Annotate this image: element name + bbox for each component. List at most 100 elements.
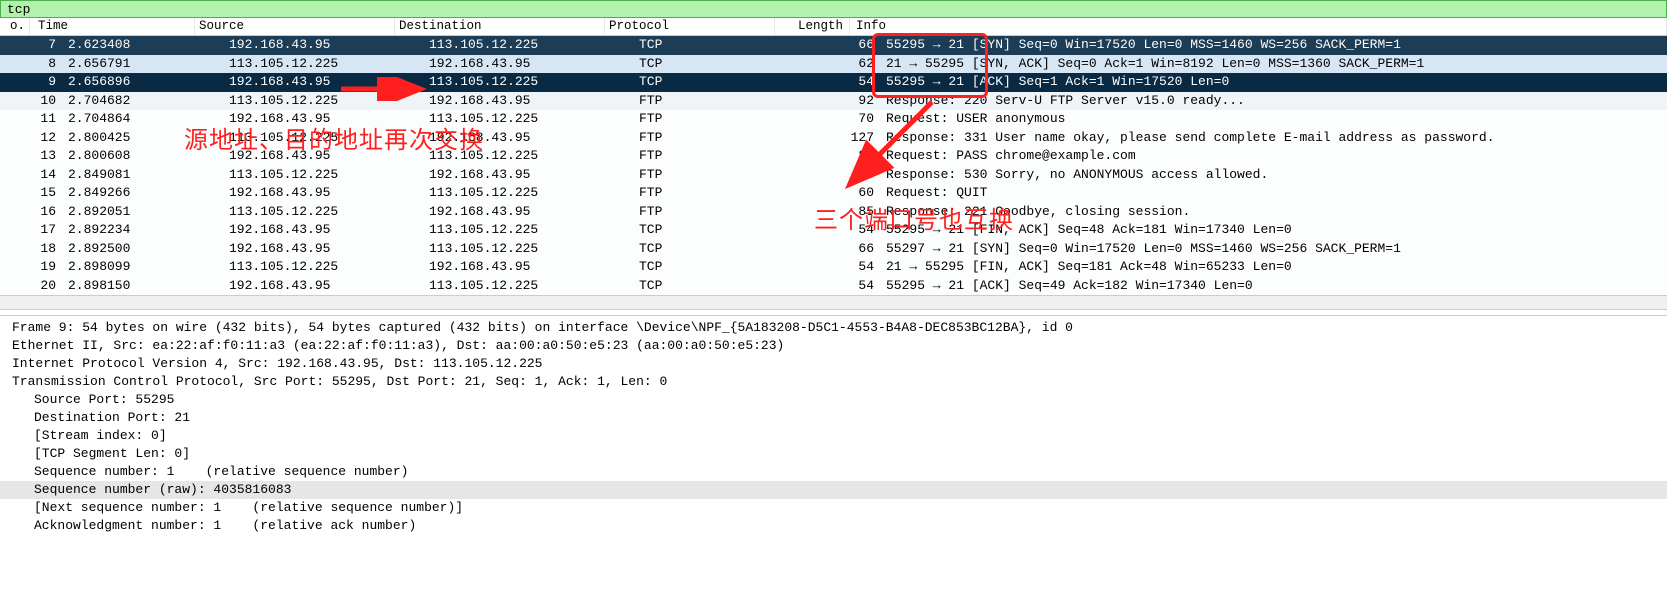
cell-no: 9 — [30, 73, 60, 92]
cell-dest: 192.168.43.95 — [425, 55, 635, 74]
cell-proto: TCP — [635, 73, 805, 92]
detail-ethernet[interactable]: Ethernet II, Src: ea:22:af:f0:11:a3 (ea:… — [0, 337, 1667, 355]
display-filter-input[interactable]: tcp — [0, 0, 1667, 18]
table-row[interactable]: 162.892051113.105.12.225192.168.43.95FTP… — [0, 203, 1667, 222]
cell-info: 55295 → 21 [FIN, ACK] Seq=48 Ack=181 Win… — [880, 221, 1667, 240]
col-destination[interactable]: Destination — [395, 18, 605, 35]
pane-splitter[interactable] — [0, 309, 1667, 316]
cell-time: 2.849266 — [60, 184, 225, 203]
cell-len: 60 — [805, 184, 880, 203]
cell-proto: TCP — [635, 221, 805, 240]
detail-dst-port[interactable]: Destination Port: 21 — [0, 409, 1667, 427]
cell-dest: 192.168.43.95 — [425, 203, 635, 222]
table-row[interactable]: 182.892500192.168.43.95113.105.12.225TCP… — [0, 240, 1667, 259]
cell-dest: 113.105.12.225 — [425, 36, 635, 55]
cell-dest: 192.168.43.95 — [425, 166, 635, 185]
cell-len: 70 — [805, 110, 880, 129]
cell-info: Response: 220 Serv-U FTP Server v15.0 re… — [880, 92, 1667, 111]
detail-ip[interactable]: Internet Protocol Version 4, Src: 192.16… — [0, 355, 1667, 373]
cell-mark — [0, 73, 30, 92]
cell-info: Request: PASS chrome@example.com — [880, 147, 1667, 166]
cell-time: 2.892051 — [60, 203, 225, 222]
cell-no: 15 — [30, 184, 60, 203]
cell-time: 2.656791 — [60, 55, 225, 74]
cell-len: 92 — [805, 92, 880, 111]
table-row[interactable]: 82.656791113.105.12.225192.168.43.95TCP6… — [0, 55, 1667, 74]
cell-mark — [0, 203, 30, 222]
cell-source: 192.168.43.95 — [225, 184, 425, 203]
cell-info: Request: USER anonymous — [880, 110, 1667, 129]
cell-source: 192.168.43.95 — [225, 221, 425, 240]
detail-src-port[interactable]: Source Port: 55295 — [0, 391, 1667, 409]
cell-dest: 113.105.12.225 — [425, 240, 635, 259]
cell-proto: FTP — [635, 147, 805, 166]
cell-no: 8 — [30, 55, 60, 74]
cell-no: 7 — [30, 36, 60, 55]
cell-dest: 192.168.43.95 — [425, 258, 635, 277]
cell-source: 113.105.12.225 — [225, 258, 425, 277]
cell-dest: 113.105.12.225 — [425, 73, 635, 92]
cell-time: 2.800425 — [60, 129, 225, 148]
detail-frame[interactable]: Frame 9: 54 bytes on wire (432 bits), 54… — [0, 319, 1667, 337]
detail-seq[interactable]: Sequence number: 1 (relative sequence nu… — [0, 463, 1667, 481]
cell-dest: 113.105.12.225 — [425, 184, 635, 203]
detail-seg-len[interactable]: [TCP Segment Len: 0] — [0, 445, 1667, 463]
cell-info: Response: 530 Sorry, no ANONYMOUS access… — [880, 166, 1667, 185]
cell-len: 127 — [805, 129, 880, 148]
cell-info: 55295 → 21 [ACK] Seq=49 Ack=182 Win=1734… — [880, 277, 1667, 296]
detail-next-seq[interactable]: [Next sequence number: 1 (relative seque… — [0, 499, 1667, 517]
cell-proto: FTP — [635, 92, 805, 111]
table-row[interactable]: 112.704864192.168.43.95113.105.12.225FTP… — [0, 110, 1667, 129]
cell-info: 55295 → 21 [SYN] Seq=0 Win=17520 Len=0 M… — [880, 36, 1667, 55]
table-row[interactable]: 152.849266192.168.43.95113.105.12.225FTP… — [0, 184, 1667, 203]
col-source[interactable]: Source — [195, 18, 395, 35]
cell-dest: 192.168.43.95 — [425, 129, 635, 148]
packet-list-header: o. Time Source Destination Protocol Leng… — [0, 18, 1667, 36]
cell-mark — [0, 92, 30, 111]
table-row[interactable]: 72.623408192.168.43.95113.105.12.225TCP6… — [0, 36, 1667, 55]
col-no[interactable]: o. — [0, 18, 30, 35]
horizontal-scrollbar[interactable] — [0, 295, 1667, 309]
cell-len: 54 — [805, 277, 880, 296]
cell-time: 2.898099 — [60, 258, 225, 277]
packet-details-tree[interactable]: Frame 9: 54 bytes on wire (432 bits), 54… — [0, 316, 1667, 535]
cell-mark — [0, 110, 30, 129]
detail-stream-index[interactable]: [Stream index: 0] — [0, 427, 1667, 445]
table-row[interactable]: 102.704682113.105.12.225192.168.43.95FTP… — [0, 92, 1667, 111]
table-row[interactable]: 192.898099113.105.12.225192.168.43.95TCP… — [0, 258, 1667, 277]
cell-time: 2.849081 — [60, 166, 225, 185]
cell-len: 54 — [805, 258, 880, 277]
cell-dest: 113.105.12.225 — [425, 110, 635, 129]
cell-source: 113.105.12.225 — [225, 92, 425, 111]
table-row[interactable]: 202.898150192.168.43.95113.105.12.225TCP… — [0, 277, 1667, 296]
cell-source: 192.168.43.95 — [225, 36, 425, 55]
table-row[interactable]: 92.656896192.168.43.95113.105.12.225TCP5… — [0, 73, 1667, 92]
cell-len: 66 — [805, 36, 880, 55]
cell-no: 16 — [30, 203, 60, 222]
cell-time: 2.623408 — [60, 36, 225, 55]
table-row[interactable]: 122.800425113.105.12.225192.168.43.95FTP… — [0, 129, 1667, 148]
cell-dest: 113.105.12.225 — [425, 147, 635, 166]
cell-proto: FTP — [635, 203, 805, 222]
packet-list[interactable]: 72.623408192.168.43.95113.105.12.225TCP6… — [0, 36, 1667, 295]
col-time[interactable]: Time — [30, 18, 195, 35]
cell-source: 113.105.12.225 — [225, 203, 425, 222]
cell-no: 14 — [30, 166, 60, 185]
cell-mark — [0, 221, 30, 240]
detail-seq-raw[interactable]: Sequence number (raw): 4035816083 — [0, 481, 1667, 499]
cell-time: 2.704864 — [60, 110, 225, 129]
cell-no: 18 — [30, 240, 60, 259]
table-row[interactable]: 172.892234192.168.43.95113.105.12.225TCP… — [0, 221, 1667, 240]
cell-len: 95 — [805, 166, 880, 185]
col-info[interactable]: Info — [850, 18, 1667, 35]
cell-time: 2.898150 — [60, 277, 225, 296]
table-row[interactable]: 142.849081113.105.12.225192.168.43.95FTP… — [0, 166, 1667, 185]
detail-tcp[interactable]: Transmission Control Protocol, Src Port:… — [0, 373, 1667, 391]
cell-proto: FTP — [635, 184, 805, 203]
detail-ack[interactable]: Acknowledgment number: 1 (relative ack n… — [0, 517, 1667, 535]
col-protocol[interactable]: Protocol — [605, 18, 775, 35]
cell-dest: 113.105.12.225 — [425, 221, 635, 240]
cell-mark — [0, 240, 30, 259]
table-row[interactable]: 132.800608192.168.43.95113.105.12.225FTP… — [0, 147, 1667, 166]
col-length[interactable]: Length — [775, 18, 850, 35]
